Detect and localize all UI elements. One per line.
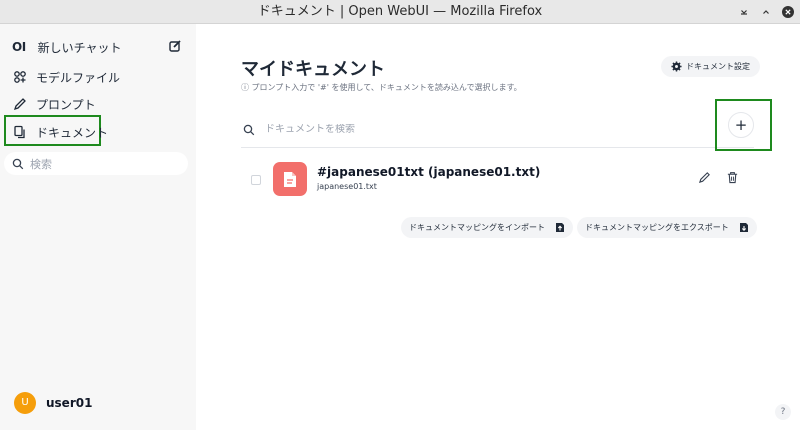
- sidebar-item-prompts[interactable]: プロンプト: [6, 91, 96, 117]
- new-chat-button[interactable]: OI 新しいチャット: [6, 34, 186, 60]
- user-name: user01: [46, 396, 93, 410]
- main-content: マイドキュメント ⓘ プロンプト入力で '#' を使用して、ドキュメントを読み込…: [196, 24, 800, 430]
- sidebar-item-label: ドキュメント: [36, 125, 109, 140]
- document-title: #japanese01txt (japanese01.txt): [317, 165, 541, 179]
- page-subtitle: ⓘ プロンプト入力で '#' を使用して、ドキュメントを読み込んで選択します。: [241, 83, 522, 92]
- document-settings-button[interactable]: ドキュメント設定: [661, 56, 760, 77]
- search-icon: [243, 124, 255, 136]
- document-search: [241, 112, 754, 148]
- page-title: マイドキュメント: [241, 59, 385, 80]
- import-mapping-label: ドキュメントマッピングをインポート: [409, 223, 545, 232]
- download-icon: [739, 222, 749, 233]
- export-mapping-button[interactable]: ドキュメントマッピングをエクスポート: [577, 217, 757, 238]
- add-document-button[interactable]: +: [728, 112, 754, 138]
- documents-icon: [12, 124, 28, 140]
- maximize-icon[interactable]: [759, 5, 773, 19]
- avatar: U: [14, 392, 36, 414]
- sidebar-item-label: プロンプト: [36, 97, 96, 112]
- pencil-icon: [12, 96, 28, 112]
- sidebar-item-documents[interactable]: ドキュメント: [6, 119, 108, 145]
- window-title: ドキュメント | Open WebUI — Mozilla Firefox: [257, 4, 543, 19]
- sidebar: OI 新しいチャット モデルファイル プロンプト ドキュメント 検索 U use…: [0, 24, 196, 430]
- sidebar-item-modelfiles[interactable]: モデルファイル: [6, 64, 120, 90]
- trash-icon[interactable]: [726, 171, 739, 184]
- minimize-icon[interactable]: [737, 5, 751, 19]
- help-button[interactable]: ?: [775, 404, 791, 420]
- user-menu[interactable]: U user01: [14, 392, 92, 414]
- document-checkbox[interactable]: [251, 175, 261, 185]
- import-mapping-button[interactable]: ドキュメントマッピングをインポート: [401, 217, 573, 238]
- new-chat-label: 新しいチャット: [37, 40, 122, 55]
- openwebui-logo: OI: [12, 40, 26, 54]
- edit-icon[interactable]: [168, 39, 182, 56]
- close-icon[interactable]: [781, 5, 795, 19]
- sidebar-search-placeholder: 検索: [30, 157, 52, 171]
- export-mapping-label: ドキュメントマッピングをエクスポート: [585, 223, 729, 232]
- gear-icon: [671, 61, 682, 72]
- document-search-input[interactable]: [265, 124, 665, 135]
- pencil-icon[interactable]: [698, 171, 711, 184]
- document-filename: japanese01.txt: [317, 182, 377, 191]
- document-row[interactable]: #japanese01txt (japanese01.txt) japanese…: [241, 158, 754, 202]
- file-document-icon: [273, 162, 307, 196]
- sidebar-search[interactable]: 検索: [4, 152, 188, 175]
- window-titlebar: ドキュメント | Open WebUI — Mozilla Firefox: [0, 0, 800, 24]
- search-icon: [12, 158, 24, 170]
- models-icon: [12, 69, 28, 85]
- document-settings-label: ドキュメント設定: [686, 62, 750, 71]
- sidebar-item-label: モデルファイル: [36, 70, 121, 85]
- upload-icon: [555, 222, 565, 233]
